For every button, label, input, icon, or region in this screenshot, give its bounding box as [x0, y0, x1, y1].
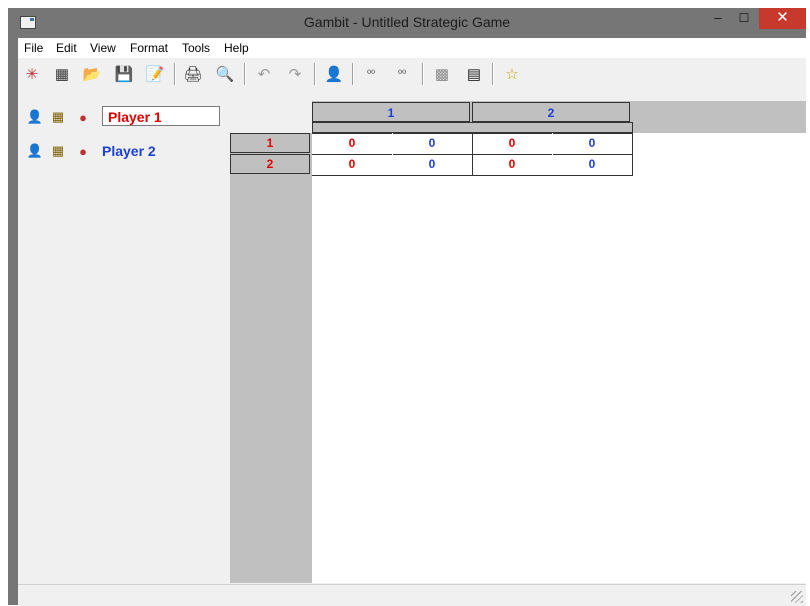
decimal-decrease-icon[interactable]: ⁰⁰ — [391, 63, 413, 85]
close-button[interactable]: ✕ — [759, 8, 806, 29]
redo-icon[interactable]: ↷ — [284, 63, 306, 85]
player-1-name-input[interactable]: Player 1 — [102, 106, 220, 126]
new-extensive-game-icon[interactable]: ✳ — [21, 63, 43, 85]
calculator-icon[interactable]: ▤ — [463, 63, 485, 85]
column-strategy-2[interactable]: 2 — [472, 102, 630, 122]
payoff-matrix — [312, 133, 806, 583]
client-area: File Edit View Format Tools Help ✳ ▦ 📂 💾… — [18, 38, 806, 606]
player-2-name[interactable]: Player 2 — [102, 143, 156, 159]
toolbar-separator — [244, 63, 246, 85]
dominance-icon[interactable]: ▩ — [431, 63, 453, 85]
payoff-cell[interactable]: 0 — [472, 154, 552, 174]
toolbar: ✳ ▦ 📂 💾 📝 🖨 🔍 ↶ ↷ 👤 ⁰⁰ ⁰⁰ ▩ ▤ ☆ — [18, 59, 806, 89]
player-row: 👤 ▦ ● Player 2 — [19, 139, 230, 165]
menu-file[interactable]: File — [24, 41, 43, 55]
resize-grip-icon[interactable] — [791, 591, 803, 603]
payoff-cell[interactable]: 0 — [392, 133, 472, 153]
player-color-icon[interactable]: ● — [74, 108, 92, 126]
grid-line — [552, 133, 553, 175]
player-panel: 👤 ▦ ● Player 1 👤 ▦ ● Player 2 — [19, 91, 230, 573]
grid-line — [632, 133, 633, 175]
toolbar-separator — [352, 63, 354, 85]
payoff-cell[interactable]: 0 — [552, 154, 632, 174]
toolbar-separator — [492, 63, 494, 85]
title-bar[interactable]: Gambit - Untitled Strategic Game – ☐ ✕ — [8, 8, 806, 37]
payoff-cell[interactable]: 0 — [312, 133, 392, 153]
grid-line — [472, 133, 473, 175]
menu-help[interactable]: Help — [224, 41, 249, 55]
payoff-cell[interactable]: 0 — [472, 133, 552, 153]
minimize-button[interactable]: – — [708, 8, 728, 29]
column-strategy-1[interactable]: 1 — [312, 102, 470, 122]
player-person-icon[interactable]: 👤 — [26, 108, 44, 126]
column-subheader — [312, 122, 633, 133]
menu-bar: File Edit View Format Tools Help — [18, 38, 806, 58]
open-icon[interactable]: 📂 — [81, 63, 103, 85]
print-icon[interactable]: 🖨 — [182, 63, 204, 85]
payoff-cell[interactable]: 0 — [312, 154, 392, 174]
strategy-table-icon[interactable]: ▦ — [49, 142, 67, 160]
add-player-icon[interactable]: 👤 — [323, 63, 345, 85]
player-row: 👤 ▦ ● Player 1 — [19, 105, 230, 131]
print-preview-icon[interactable]: 🔍 — [214, 63, 236, 85]
menu-edit[interactable]: Edit — [56, 41, 77, 55]
toolbar-separator — [422, 63, 424, 85]
window-title: Gambit - Untitled Strategic Game — [303, 14, 511, 30]
row-strategy-2[interactable]: 2 — [230, 154, 310, 174]
payoff-cell[interactable]: 0 — [392, 154, 472, 174]
app-window: Gambit - Untitled Strategic Game – ☐ ✕ F… — [8, 8, 806, 606]
grid-line — [312, 175, 633, 176]
equilibria-icon[interactable]: ☆ — [501, 63, 523, 85]
player-person-icon[interactable]: 👤 — [26, 142, 44, 160]
maximize-button[interactable]: ☐ — [734, 8, 754, 29]
undo-icon[interactable]: ↶ — [253, 63, 275, 85]
status-bar — [18, 584, 806, 606]
row-header-area — [230, 133, 312, 583]
toolbar-separator — [314, 63, 316, 85]
new-strategic-game-icon[interactable]: ▦ — [51, 63, 73, 85]
save-as-icon[interactable]: 📝 — [144, 63, 166, 85]
grid-line — [392, 133, 393, 175]
toolbar-separator — [174, 63, 176, 85]
strategy-table-icon[interactable]: ▦ — [49, 108, 67, 126]
payoff-cell[interactable]: 0 — [552, 133, 632, 153]
decimal-increase-icon[interactable]: ⁰⁰ — [360, 63, 382, 85]
row-strategy-1[interactable]: 1 — [230, 133, 310, 153]
player-color-icon[interactable]: ● — [74, 142, 92, 160]
save-icon[interactable]: 💾 — [113, 63, 135, 85]
menu-format[interactable]: Format — [130, 41, 168, 55]
menu-tools[interactable]: Tools — [182, 41, 210, 55]
menu-view[interactable]: View — [90, 41, 116, 55]
